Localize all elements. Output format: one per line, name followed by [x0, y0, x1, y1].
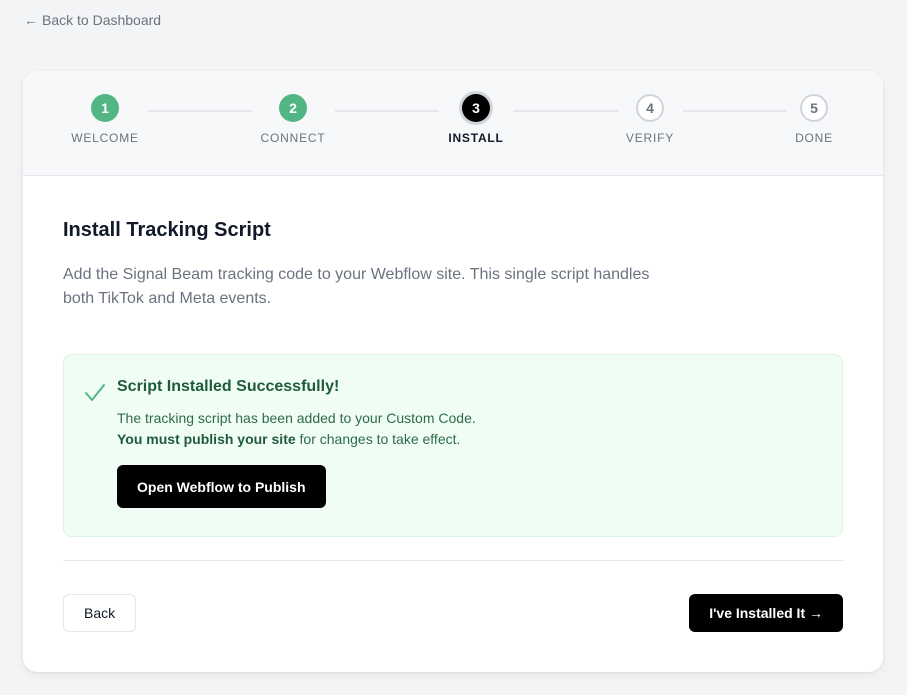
step-number: 4: [636, 94, 664, 122]
success-alert: Script Installed Successfully! The track…: [63, 354, 843, 537]
installed-next-button[interactable]: I've Installed It →: [689, 594, 843, 632]
step-number: 5: [800, 94, 828, 122]
back-to-dashboard-link[interactable]: ← Back to Dashboard: [24, 12, 161, 28]
publish-reminder: You must publish your site for changes t…: [117, 431, 460, 447]
publish-reminder-rest: for changes to take effect.: [295, 431, 461, 447]
step-connect: 2 CONNECT: [233, 94, 353, 145]
step-welcome: 1 WELCOME: [45, 94, 165, 145]
step-label: INSTALL: [448, 131, 504, 145]
page-description: Add the Signal Beam tracking code to you…: [63, 266, 650, 307]
success-message: The tracking script has been added to yo…: [117, 410, 476, 426]
divider: [63, 560, 843, 561]
checkmark-icon: [84, 383, 106, 408]
onboarding-card: 1 WELCOME 2 CONNECT 3 INSTALL 4 VERIFY 5…: [23, 71, 883, 672]
step-done: 5 DONE: [754, 94, 874, 145]
step-number: 1: [91, 94, 119, 122]
success-title: Script Installed Successfully!: [117, 378, 340, 395]
open-webflow-publish-button[interactable]: Open Webflow to Publish: [117, 465, 326, 508]
step-verify: 4 VERIFY: [590, 94, 710, 145]
step-number: 3: [462, 94, 490, 122]
back-button[interactable]: Back: [63, 594, 137, 632]
arrow-left-icon: ←: [24, 12, 38, 28]
publish-reminder-emphasis: You must publish your site: [117, 431, 296, 447]
step-install: 3 INSTALL: [416, 94, 536, 145]
step-label: WELCOME: [71, 131, 139, 145]
step-label: DONE: [795, 131, 833, 145]
back-to-dashboard-label: Back to Dashboard: [42, 12, 162, 28]
page-title: Install Tracking Script: [63, 219, 271, 241]
step-number: 2: [279, 94, 307, 122]
step-label: CONNECT: [260, 131, 326, 145]
step-label: VERIFY: [625, 131, 675, 145]
progress-stepper: 1 WELCOME 2 CONNECT 3 INSTALL 4 VERIFY 5…: [23, 71, 883, 176]
